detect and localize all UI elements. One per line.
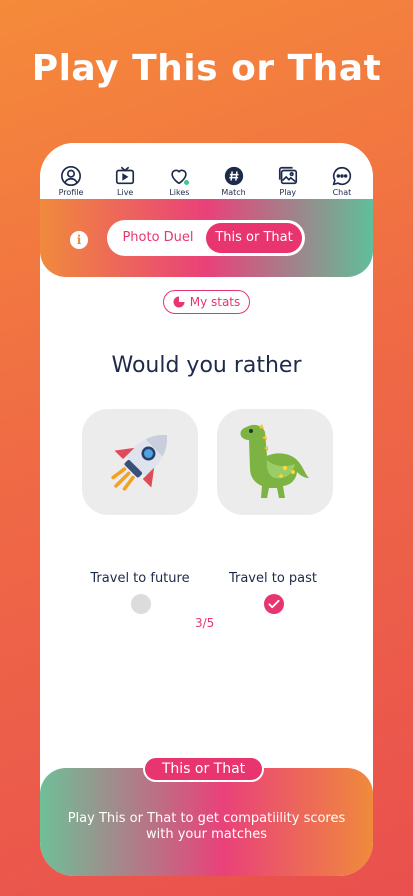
choice-card-past[interactable]	[217, 409, 333, 515]
match-icon	[224, 166, 243, 186]
tab-live[interactable]: Live	[100, 165, 150, 199]
tab-match[interactable]: Match	[209, 165, 259, 199]
mode-band: i Photo Duel This or That	[40, 199, 373, 277]
rocket-image	[111, 434, 168, 491]
tab-label-profile: Profile	[58, 188, 84, 197]
profile-icon	[61, 166, 81, 186]
radio-future[interactable]	[131, 594, 151, 614]
tab-label-match: Match	[221, 188, 246, 197]
question-progress: 3/5	[195, 616, 215, 630]
tab-profile[interactable]: Profile	[46, 165, 96, 199]
photo-duel-tab[interactable]: Photo Duel	[110, 223, 206, 253]
tab-chat[interactable]: Chat	[317, 165, 367, 199]
live-icon	[116, 166, 135, 185]
choice-card-future[interactable]	[82, 409, 198, 515]
choice-label-past: Travel to past	[228, 571, 318, 586]
my-stats-button[interactable]: My stats	[163, 290, 250, 314]
chat-icon	[332, 166, 352, 186]
question-title: Would you rather	[111, 353, 302, 378]
radio-past-selected[interactable]	[264, 594, 284, 614]
tab-label-likes: Likes	[169, 188, 190, 197]
info-icon[interactable]: i	[70, 231, 88, 249]
bottom-info-panel: This or That Play This or That to get co…	[40, 756, 373, 876]
dinosaur-image	[240, 424, 309, 498]
tab-label-play: Play	[279, 188, 297, 197]
tab-label-live: Live	[117, 188, 134, 197]
bottom-description: Play This or That to get compatiility sc…	[67, 811, 346, 842]
top-tab-bar: Profile Live Likes Match Play Chat	[40, 143, 373, 204]
this-or-that-tab[interactable]: This or That	[206, 223, 302, 253]
tab-label-chat: Chat	[332, 188, 352, 197]
tab-play[interactable]: Play	[263, 165, 313, 204]
tab-likes[interactable]: Likes	[154, 165, 204, 199]
choice-label-future: Travel to future	[90, 571, 190, 586]
this-or-that-pill[interactable]: This or That	[143, 756, 264, 782]
phone-screen: Profile Live Likes Match Play Chat i Pho…	[40, 143, 373, 876]
page-headline: Play This or That	[31, 48, 382, 89]
mode-switch: Photo Duel This or That	[107, 220, 305, 256]
photos-icon	[278, 166, 297, 185]
checkmark-icon	[268, 599, 280, 609]
my-stats-label: My stats	[189, 295, 241, 309]
pie-chart-icon	[173, 296, 185, 308]
